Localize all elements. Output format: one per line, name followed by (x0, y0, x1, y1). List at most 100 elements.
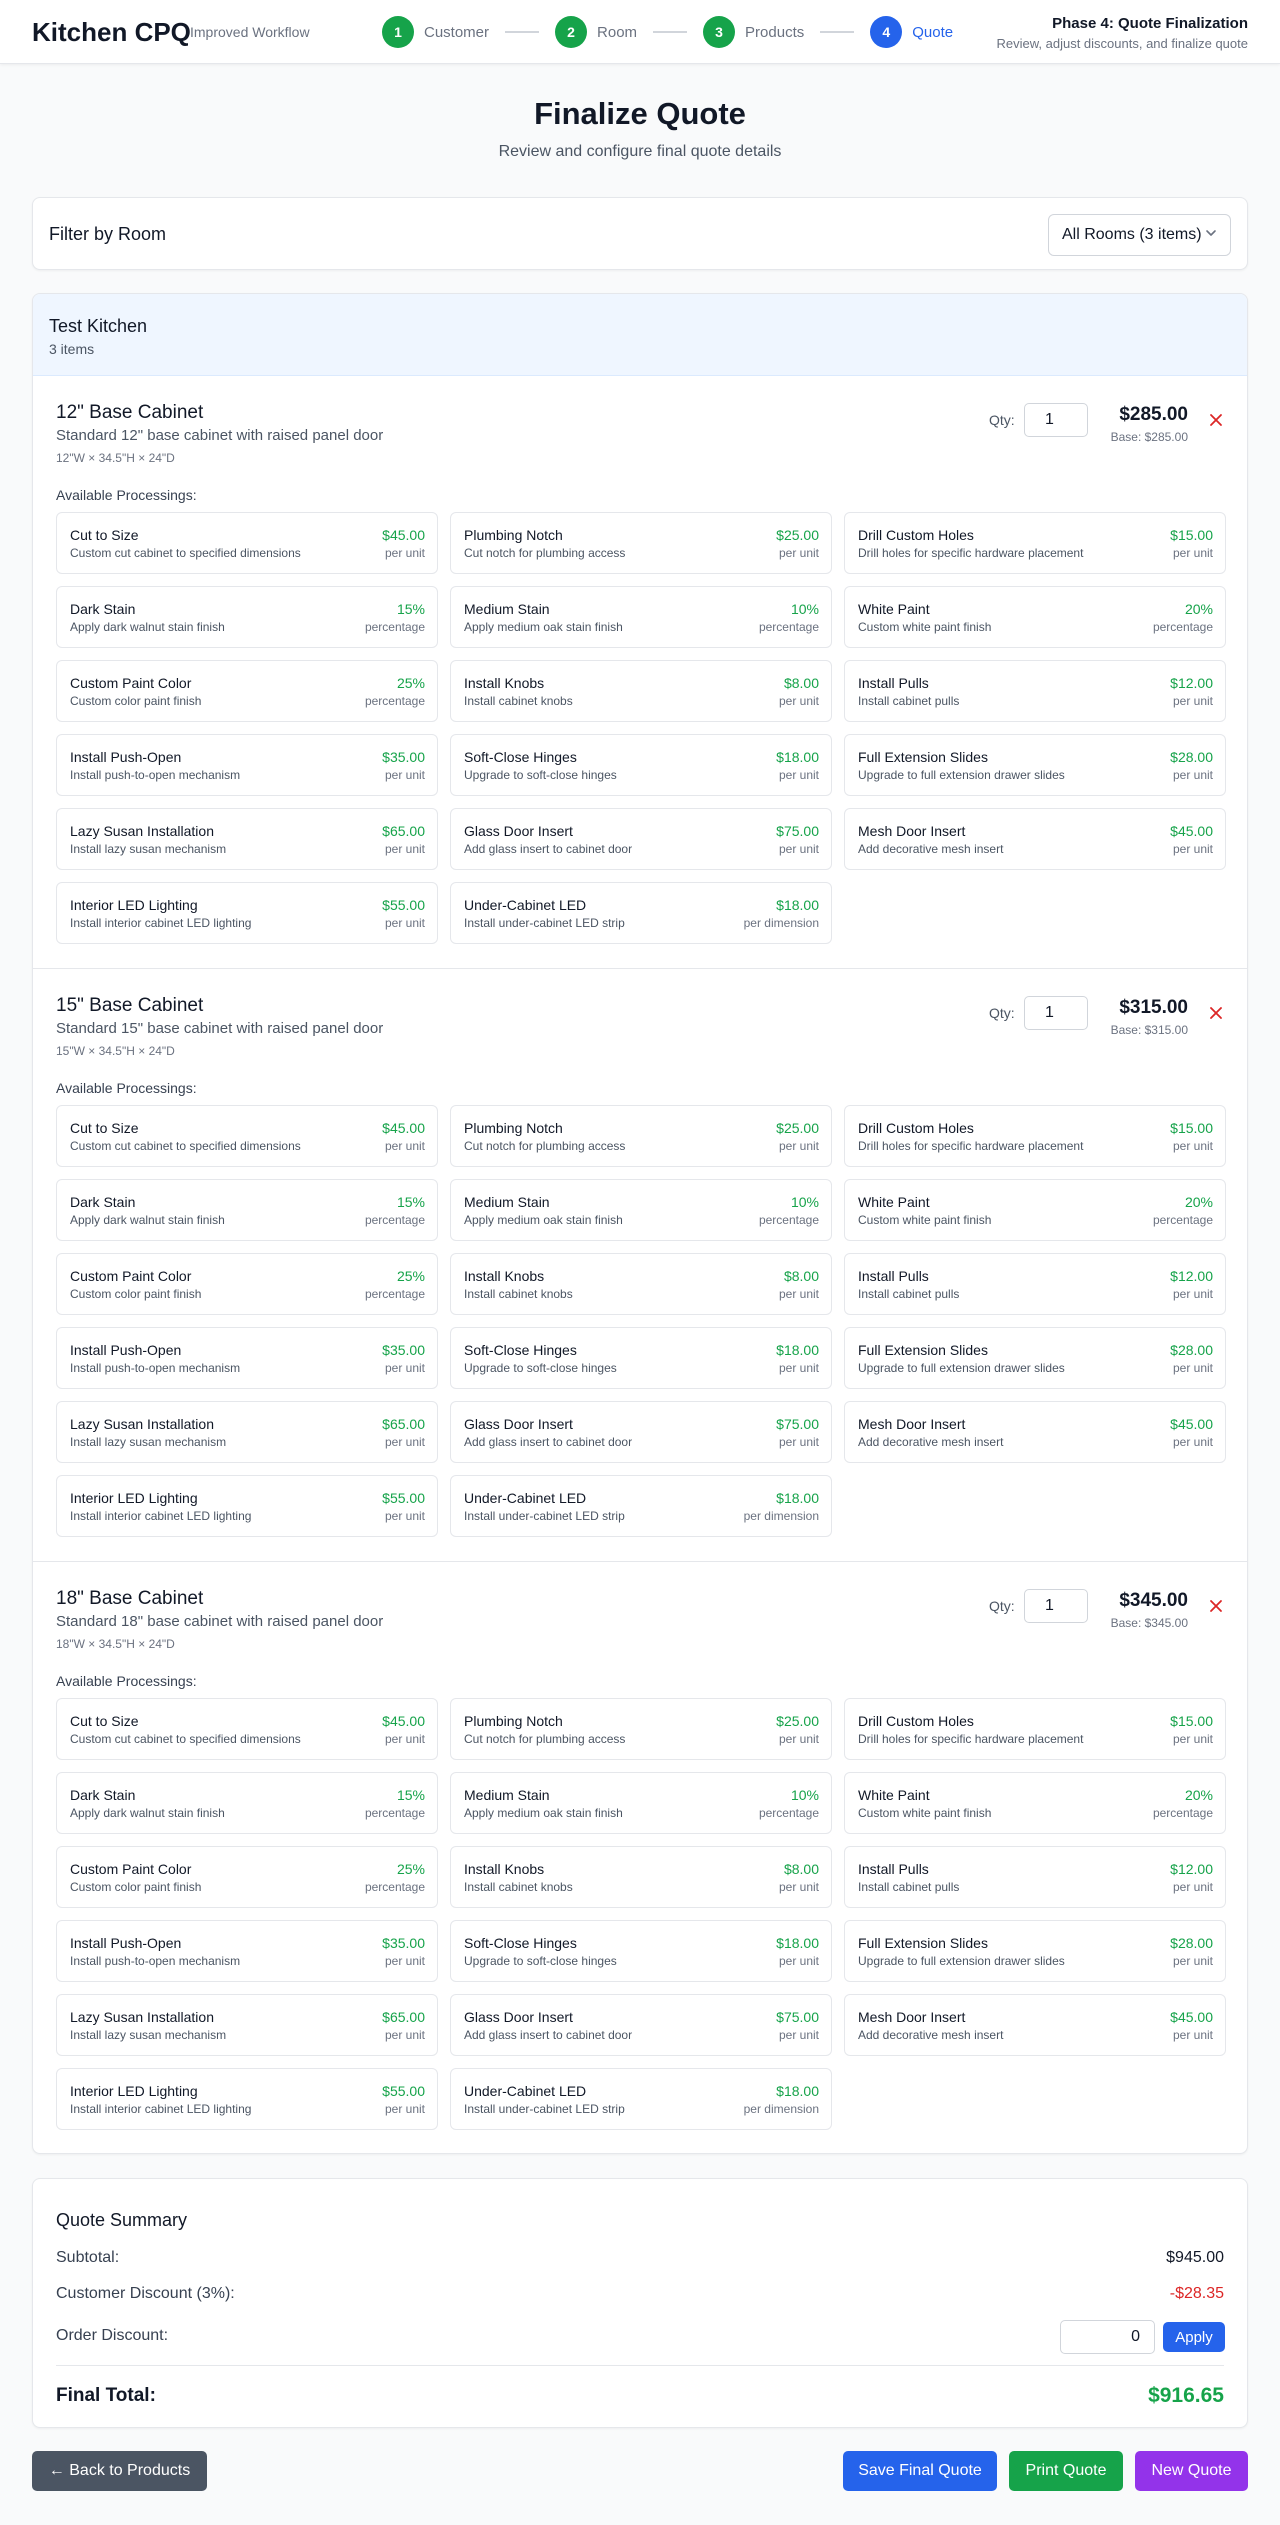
processing-option[interactable]: Full Extension Slides Upgrade to full ext… (844, 1327, 1226, 1389)
processing-option[interactable]: Full Extension Slides Upgrade to full ext… (844, 734, 1226, 796)
processing-option[interactable]: Soft-Close Hinges Upgrade to soft-close h… (450, 734, 832, 796)
processing-option[interactable]: Dark Stain Apply dark walnut stain finish… (56, 1772, 438, 1834)
processing-option[interactable]: Lazy Susan Installation Install lazy susa… (56, 1994, 438, 2056)
back-to-products-button[interactable]: ← Back to Products (32, 2451, 207, 2491)
processing-option[interactable]: Mesh Door Insert Add decorative mesh inse… (844, 808, 1226, 870)
processing-option[interactable]: Dark Stain Apply dark walnut stain finish… (56, 586, 438, 648)
processing-description: Upgrade to full extension drawer slides (858, 1954, 1065, 1968)
processing-option[interactable]: Drill Custom Holes Drill holes for specif… (844, 1698, 1226, 1760)
quote-summary: Quote Summary Subtotal: $945.00 Customer… (32, 2178, 1248, 2428)
processing-price: $75.00 (776, 823, 819, 839)
print-quote-button[interactable]: Print Quote (1009, 2451, 1123, 2491)
room-filter-select[interactable]: All Rooms (3 items) (1048, 214, 1231, 256)
processing-option[interactable]: Glass Door Insert Add glass insert to cab… (450, 1401, 832, 1463)
processing-option[interactable]: Medium Stain Apply medium oak stain finis… (450, 1772, 832, 1834)
close-icon[interactable] (1208, 1005, 1224, 1021)
processing-option[interactable]: Soft-Close Hinges Upgrade to soft-close h… (450, 1920, 832, 1982)
processing-name: Glass Door Insert (464, 1416, 573, 1432)
processing-description: Apply medium oak stain finish (464, 1213, 623, 1227)
processing-option[interactable]: Install Pulls Install cabinet pulls $12.00… (844, 1846, 1226, 1908)
processing-option[interactable]: Cut to Size Custom cut cabinet to specifi… (56, 1698, 438, 1760)
processing-option[interactable]: Install Pulls Install cabinet pulls $12.00… (844, 660, 1226, 722)
processing-option[interactable]: Lazy Susan Installation Install lazy susa… (56, 808, 438, 870)
processing-option[interactable]: Custom Paint Color Custom color paint fin… (56, 660, 438, 722)
processing-option[interactable]: White Paint Custom white paint finish 20% p… (844, 586, 1226, 648)
step-customer[interactable]: 1 Customer (382, 16, 489, 48)
close-icon[interactable] (1208, 412, 1224, 428)
processing-option[interactable]: Install Push-Open Install push-to-open me… (56, 1920, 438, 1982)
processing-description: Install interior cabinet LED lighting (70, 916, 252, 930)
processing-option[interactable]: Under-Cabinet LED Install under-cabinet L… (450, 1475, 832, 1537)
processing-option[interactable]: Glass Door Insert Add glass insert to cab… (450, 808, 832, 870)
room-card: Test Kitchen 3 items 12" Base Cabinet Sta… (32, 293, 1248, 2154)
processing-name: Full Extension Slides (858, 1935, 988, 1951)
processing-description: Apply dark walnut stain finish (70, 620, 225, 634)
processing-description: Install lazy susan mechanism (70, 2028, 227, 2042)
qty-label: Qty: (989, 412, 1015, 428)
processing-option[interactable]: Mesh Door Insert Add decorative mesh inse… (844, 1401, 1226, 1463)
processing-option[interactable]: Interior LED Lighting Install interior ca… (56, 1475, 438, 1537)
processing-option[interactable]: White Paint Custom white paint finish 20% p… (844, 1179, 1226, 1241)
apply-discount-button[interactable]: Apply (1163, 2322, 1225, 2352)
processing-option[interactable]: Mesh Door Insert Add decorative mesh inse… (844, 1994, 1226, 2056)
processing-option[interactable]: Install Knobs Install cabinet knobs $8.00 p… (450, 1253, 832, 1315)
product-name: 15" Base Cabinet (56, 995, 204, 1016)
processing-name: Under-Cabinet LED (464, 2083, 587, 2099)
processing-description: Apply medium oak stain finish (464, 620, 623, 634)
processing-description: Install under-cabinet LED strip (464, 2102, 625, 2116)
processing-price: $45.00 (382, 527, 425, 543)
processing-option[interactable]: Custom Paint Color Custom color paint fin… (56, 1846, 438, 1908)
processing-name: Under-Cabinet LED (464, 1490, 587, 1506)
room-filter-card: Filter by Room All Rooms (3 items) (32, 197, 1248, 270)
processing-option[interactable]: Install Push-Open Install push-to-open me… (56, 734, 438, 796)
processing-option[interactable]: Install Push-Open Install push-to-open me… (56, 1327, 438, 1389)
processing-name: Install Push-Open (70, 1342, 182, 1358)
processing-price: 10% (790, 601, 819, 617)
processing-option[interactable]: Cut to Size Custom cut cabinet to specifi… (56, 1105, 438, 1167)
processing-option[interactable]: Install Knobs Install cabinet knobs $8.00 p… (450, 660, 832, 722)
processing-option[interactable]: Medium Stain Apply medium oak stain finis… (450, 1179, 832, 1241)
processing-name: Custom Paint Color (70, 1861, 192, 1877)
processing-option[interactable]: Full Extension Slides Upgrade to full ext… (844, 1920, 1226, 1982)
processing-option[interactable]: Interior LED Lighting Install interior ca… (56, 882, 438, 944)
quantity-input[interactable]: 1 (1024, 1589, 1088, 1623)
processing-option[interactable]: Plumbing Notch Cut notch for plumbing acc… (450, 512, 832, 574)
processing-option[interactable]: Drill Custom Holes Drill holes for specif… (844, 1105, 1226, 1167)
new-quote-button[interactable]: New Quote (1135, 2451, 1248, 2491)
product-base-price: Base: $315.00 (1110, 1023, 1188, 1037)
close-icon[interactable] (1208, 1598, 1224, 1614)
processing-option[interactable]: Drill Custom Holes Drill holes for specif… (844, 512, 1226, 574)
processing-option[interactable]: Install Knobs Install cabinet knobs $8.00 p… (450, 1846, 832, 1908)
processing-option[interactable]: Cut to Size Custom cut cabinet to specifi… (56, 512, 438, 574)
processing-price: $28.00 (1170, 749, 1213, 765)
processing-description: Custom cut cabinet to specified dimensio… (70, 1139, 301, 1153)
processing-option[interactable]: Plumbing Notch Cut notch for plumbing acc… (450, 1698, 832, 1760)
processing-price: 25% (396, 1268, 425, 1284)
processing-name: Cut to Size (70, 1713, 139, 1729)
processing-option[interactable]: White Paint Custom white paint finish 20% p… (844, 1772, 1226, 1834)
step-room[interactable]: 2 Room (555, 16, 637, 48)
processing-option[interactable]: Dark Stain Apply dark walnut stain finish… (56, 1179, 438, 1241)
save-final-quote-button[interactable]: Save Final Quote (843, 2451, 997, 2491)
processing-option[interactable]: Glass Door Insert Add glass insert to cab… (450, 1994, 832, 2056)
processing-option[interactable]: Soft-Close Hinges Upgrade to soft-close h… (450, 1327, 832, 1389)
processing-unit: per unit (384, 1732, 425, 1746)
processing-option[interactable]: Under-Cabinet LED Install under-cabinet L… (450, 2068, 832, 2130)
step-quote[interactable]: 4 Quote (870, 16, 953, 48)
processing-option[interactable]: Plumbing Notch Cut notch for plumbing acc… (450, 1105, 832, 1167)
processing-name: Dark Stain (70, 1787, 136, 1803)
processing-option[interactable]: Interior LED Lighting Install interior ca… (56, 2068, 438, 2130)
order-discount-input[interactable]: 0 (1060, 2320, 1155, 2354)
processing-option[interactable]: Medium Stain Apply medium oak stain finis… (450, 586, 832, 648)
processing-option[interactable]: Lazy Susan Installation Install lazy susa… (56, 1401, 438, 1463)
processing-option[interactable]: Under-Cabinet LED Install under-cabinet L… (450, 882, 832, 944)
quantity-input[interactable]: 1 (1024, 403, 1088, 437)
processing-name: Mesh Door Insert (858, 823, 966, 839)
processing-description: Add glass insert to cabinet door (464, 842, 633, 856)
processing-option[interactable]: Install Pulls Install cabinet pulls $12.00… (844, 1253, 1226, 1315)
processing-description: Upgrade to full extension drawer slides (858, 1361, 1065, 1375)
quantity-input[interactable]: 1 (1024, 996, 1088, 1030)
step-products[interactable]: 3 Products (703, 16, 804, 48)
processing-name: Soft-Close Hinges (464, 749, 577, 765)
processing-option[interactable]: Custom Paint Color Custom color paint fin… (56, 1253, 438, 1315)
